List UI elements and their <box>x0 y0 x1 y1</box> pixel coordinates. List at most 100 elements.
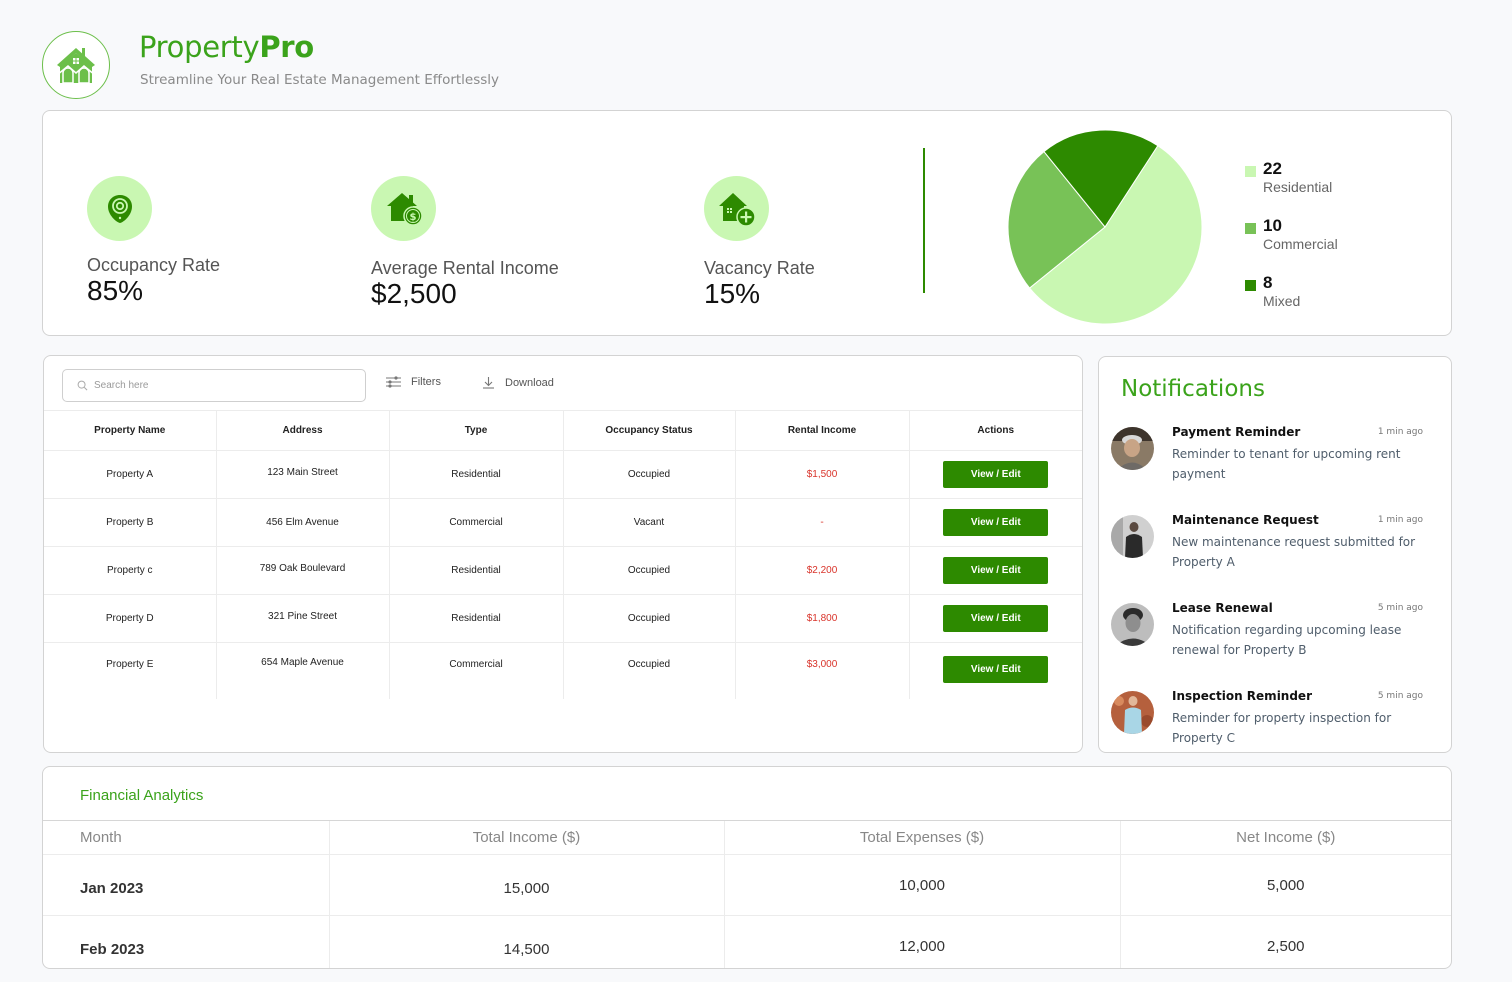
brand-title: PropertyPro <box>139 30 314 64</box>
legend-item-commercial: 10 Commercial <box>1245 216 1338 273</box>
properties-panel: Filters Download Property Name Address T… <box>43 355 1083 753</box>
stat-value: $2,500 <box>371 278 457 309</box>
legend-item-mixed: 8 Mixed <box>1245 273 1338 330</box>
legend-swatch <box>1245 280 1256 291</box>
month: Jan 2023 <box>43 854 329 916</box>
divider <box>923 148 925 293</box>
download-button[interactable]: Download <box>482 376 554 389</box>
total-expenses: 10,000 <box>723 854 1120 916</box>
view-edit-button[interactable]: View / Edit <box>943 461 1049 488</box>
table-header-row: Month Total Income ($) Total Expenses ($… <box>43 820 1451 855</box>
table-header-row: Property Name Address Type Occupancy Sta… <box>44 410 1082 451</box>
column-header[interactable]: Type <box>388 410 563 451</box>
svg-text:$: $ <box>409 212 416 223</box>
view-edit-button[interactable]: View / Edit <box>943 557 1049 584</box>
notification-time: 5 min ago <box>1377 691 1423 701</box>
financial-table: Month Total Income ($) Total Expenses ($… <box>43 820 1451 968</box>
financial-analytics-panel: Financial Analytics Month Total Income (… <box>42 766 1452 969</box>
property-type: Residential <box>388 594 563 643</box>
stat-occupancy-rate: Occupancy Rate 85% <box>87 176 220 306</box>
column-header[interactable]: Occupancy Status <box>562 410 735 451</box>
notification-item[interactable]: Payment Reminder 1 min ago Reminder to t… <box>1111 425 1441 497</box>
avatar <box>1111 603 1154 646</box>
property-type-pie-chart <box>1007 129 1203 325</box>
table-row: Property E 654 Maple Avenue Commercial O… <box>44 642 1082 699</box>
property-address: 654 Maple Avenue <box>215 642 389 699</box>
notification-body: New maintenance request submitted for Pr… <box>1172 535 1416 569</box>
legend-label: Commercial <box>1263 236 1338 252</box>
pie-legend: 22 Residential 10 Commercial 8 Mixed <box>1245 159 1338 330</box>
property-name: Property D <box>44 594 216 643</box>
property-address: 456 Elm Avenue <box>215 498 389 547</box>
rental-income: $1,500 <box>734 450 909 499</box>
view-edit-button[interactable]: View / Edit <box>943 509 1049 536</box>
table-row: Property D 321 Pine Street Residential O… <box>44 594 1082 643</box>
column-header[interactable]: Rental Income <box>734 410 909 451</box>
notification-time: 1 min ago <box>1377 427 1423 437</box>
notifications-panel: Notifications Payment Reminder 1 min ago… <box>1098 356 1452 753</box>
total-income: 14,500 <box>328 915 724 968</box>
stat-label: Average Rental Income <box>371 258 559 278</box>
occupancy-status: Occupied <box>562 594 735 643</box>
search-field[interactable] <box>62 369 366 402</box>
total-expenses: 12,000 <box>723 915 1120 968</box>
total-income: 15,000 <box>328 854 724 916</box>
stat-vacancy-rate: Vacancy Rate 15% <box>704 176 815 309</box>
stat-average-rental-income: $ Average Rental Income $2,500 <box>371 176 559 309</box>
notification-title: Payment Reminder <box>1172 425 1301 439</box>
property-name: Property c <box>44 546 216 595</box>
rental-income: $3,000 <box>734 642 909 699</box>
notification-item[interactable]: Inspection Reminder 5 min ago Reminder f… <box>1111 689 1441 761</box>
notifications-title: Notifications <box>1121 376 1265 402</box>
houses-icon <box>56 48 96 84</box>
legend-value: 22 <box>1263 159 1282 178</box>
filters-button[interactable]: Filters <box>386 376 441 388</box>
rental-income: $1,800 <box>734 594 909 643</box>
search-input[interactable] <box>94 380 344 391</box>
notification-body: Reminder for property inspection for Pro… <box>1172 711 1392 745</box>
download-label: Download <box>505 376 554 389</box>
stat-label: Vacancy Rate <box>704 258 815 278</box>
filters-label: Filters <box>411 376 441 388</box>
property-address: 321 Pine Street <box>215 594 389 643</box>
notification-body: Notification regarding upcoming lease re… <box>1172 623 1402 657</box>
stat-label: Occupancy Rate <box>87 255 221 275</box>
filters-icon <box>386 376 401 388</box>
column-header: Total Income ($) <box>328 820 724 855</box>
occupancy-status: Occupied <box>562 546 735 595</box>
property-type: Residential <box>388 546 563 595</box>
occupancy-status: Vacant <box>562 498 735 547</box>
properties-table: Property Name Address Type Occupancy Sta… <box>44 410 1082 699</box>
view-edit-button[interactable]: View / Edit <box>943 656 1049 683</box>
notification-time: 1 min ago <box>1377 515 1423 525</box>
table-row: Feb 2023 14,500 12,000 2,500 <box>43 915 1451 968</box>
notification-title: Lease Renewal <box>1172 601 1273 615</box>
column-header[interactable]: Address <box>215 410 389 451</box>
stat-value: 15% <box>704 278 761 309</box>
net-income: 2,500 <box>1119 915 1451 968</box>
notification-item[interactable]: Lease Renewal 5 min ago Notification reg… <box>1111 601 1441 673</box>
notification-body: Reminder to tenant for upcoming rent pay… <box>1172 447 1401 481</box>
brand-tagline: Streamline Your Real Estate Management E… <box>140 72 500 88</box>
property-address: 789 Oak Boulevard <box>215 546 389 595</box>
stat-value: 85% <box>87 275 144 306</box>
column-header[interactable]: Property Name <box>44 410 216 451</box>
notification-item[interactable]: Maintenance Request 1 min ago New mainte… <box>1111 513 1441 585</box>
legend-label: Mixed <box>1263 293 1301 309</box>
property-type: Commercial <box>388 498 563 547</box>
table-row: Property c 789 Oak Boulevard Residential… <box>44 546 1082 595</box>
legend-swatch <box>1245 223 1256 234</box>
search-icon <box>77 380 88 391</box>
view-edit-button[interactable]: View / Edit <box>943 605 1049 632</box>
logo <box>42 31 110 99</box>
occupancy-status: Occupied <box>562 450 735 499</box>
legend-label: Residential <box>1263 179 1333 195</box>
stats-card: Occupancy Rate 85% $ Average Rental Inco… <box>42 110 1452 336</box>
column-header: Month <box>43 820 329 855</box>
property-name: Property E <box>106 659 154 670</box>
house-plus-icon <box>718 192 756 227</box>
legend-item-residential: 22 Residential <box>1245 159 1338 216</box>
property-type: Commercial <box>388 642 563 699</box>
property-type: Residential <box>388 450 563 499</box>
occupancy-status: Occupied <box>562 642 735 699</box>
